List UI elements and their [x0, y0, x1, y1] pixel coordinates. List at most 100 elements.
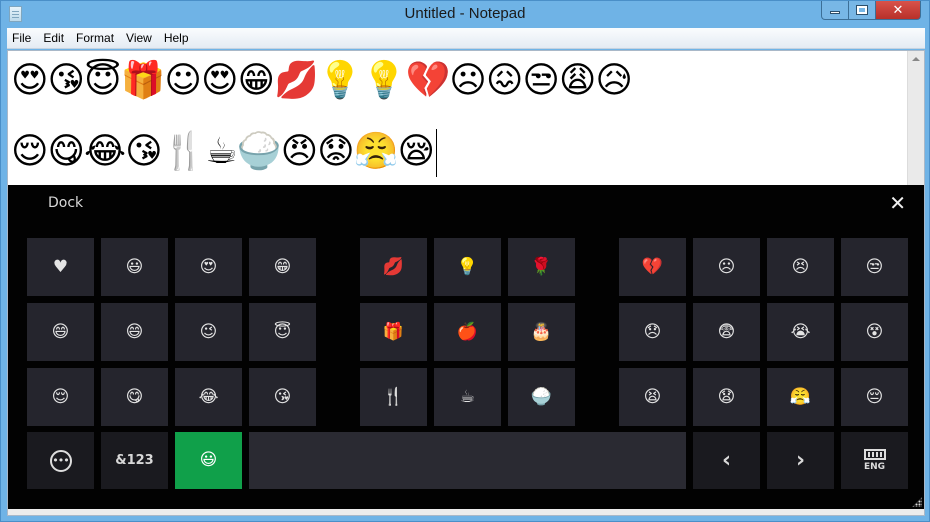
- apple-icon: 🍎: [456, 321, 479, 342]
- emoji-key[interactable]: 😃: [101, 238, 168, 296]
- emoji-key[interactable]: 😁: [249, 238, 316, 296]
- menu-bar: File Edit Format View Help: [7, 28, 925, 49]
- emoji-key[interactable]: 😒: [841, 238, 908, 296]
- minimize-button[interactable]: [821, 1, 849, 20]
- emoji-key[interactable]: 🍴: [360, 368, 427, 426]
- emoji-key[interactable]: 😍: [175, 238, 242, 296]
- chevron-right-icon: ›: [795, 448, 806, 473]
- emoji-key[interactable]: 😨: [693, 303, 760, 361]
- emoji-key[interactable]: ☹: [693, 238, 760, 296]
- emoji-key[interactable]: 💔: [619, 238, 686, 296]
- window-title: Untitled - Notepad: [404, 5, 526, 22]
- emoji-key[interactable]: 🎁: [360, 303, 427, 361]
- menu-help[interactable]: Help: [158, 31, 195, 45]
- pensive-face-icon: 😔: [865, 386, 884, 407]
- resize-grip-icon[interactable]: [912, 497, 922, 507]
- light-bulb-icon: 💡: [456, 256, 479, 277]
- angel-face-icon: 😇: [273, 321, 292, 342]
- emoji-key[interactable]: 💋: [360, 238, 427, 296]
- emoji-key[interactable]: 😘: [249, 368, 316, 426]
- emoji-key[interactable]: 😇: [249, 303, 316, 361]
- emoji-key[interactable]: 💡: [434, 238, 501, 296]
- emoji-key[interactable]: 🎂: [508, 303, 575, 361]
- menu-format[interactable]: Format: [70, 31, 120, 45]
- crying-face-icon: 😭: [790, 321, 811, 342]
- keyboard-icon: [863, 449, 886, 460]
- language-label: ENG: [863, 462, 886, 472]
- more-options-key[interactable]: •••: [27, 432, 94, 489]
- grinning-face-icon: 😃: [125, 256, 144, 277]
- text-caret: [436, 129, 437, 177]
- emoji-key[interactable]: 😤: [767, 368, 834, 426]
- window-controls: ✕: [821, 1, 921, 20]
- tears-of-joy-face-icon: 😂: [198, 386, 219, 407]
- smiley-icon: 😃: [199, 450, 218, 470]
- persevering-face-icon: 😣: [791, 256, 810, 277]
- emoji-key[interactable]: 😔: [841, 368, 908, 426]
- emoji-key[interactable]: 😄: [101, 303, 168, 361]
- disappointed-face-icon: 😞: [643, 321, 662, 342]
- emoji-key[interactable]: 😧: [693, 368, 760, 426]
- keyboard-dock-label[interactable]: Dock: [48, 195, 83, 211]
- editor-line-2: 😌😋😂😘🍴☕🍚😠😟😤😪: [11, 129, 437, 177]
- keyboard-close-icon[interactable]: ✕: [889, 191, 906, 215]
- triumph-face-icon: 😤: [789, 386, 812, 407]
- smiling-face-icon: 😄: [125, 321, 144, 342]
- broken-heart-icon: 💔: [641, 256, 664, 277]
- previous-key[interactable]: ‹: [693, 432, 760, 489]
- unamused-face-icon: 😒: [865, 256, 884, 277]
- anguished-face-icon: 😧: [717, 386, 736, 407]
- rice-bowl-icon: 🍚: [530, 386, 553, 407]
- maximize-icon: [856, 5, 868, 15]
- editor-line-2-text: 😌😋😂😘🍴☕🍚😠😟😤😪: [11, 131, 435, 172]
- emoji-key[interactable]: 🍎: [434, 303, 501, 361]
- emoji-key[interactable]: 😵: [841, 303, 908, 361]
- emoji-key[interactable]: ♥: [27, 238, 94, 296]
- fork-and-knife-icon: 🍴: [382, 386, 405, 407]
- close-button[interactable]: ✕: [876, 1, 921, 20]
- emoji-key[interactable]: 😋: [101, 368, 168, 426]
- rose-icon: 🌹: [530, 256, 553, 277]
- dizzy-face-icon: 😵: [865, 321, 884, 342]
- space-key[interactable]: [249, 432, 686, 489]
- symbols-key[interactable]: &123: [101, 432, 168, 489]
- language-key[interactable]: ENG: [841, 432, 908, 489]
- emoji-key[interactable]: 😞: [619, 303, 686, 361]
- emoji-key[interactable]: 😂: [175, 368, 242, 426]
- menu-file[interactable]: File: [7, 31, 37, 45]
- scroll-up-arrow-icon[interactable]: [912, 57, 920, 61]
- tired-face-icon: 😫: [643, 386, 662, 407]
- emoji-key[interactable]: 🌹: [508, 238, 575, 296]
- kissing-face-icon: 😘: [273, 386, 292, 407]
- menu-edit[interactable]: Edit: [37, 31, 70, 45]
- heart-eyes-face-icon: 😍: [199, 256, 218, 277]
- more-icon: •••: [49, 449, 72, 472]
- emoji-key[interactable]: 😄: [27, 303, 94, 361]
- notepad-window: Untitled - Notepad ✕ File Edit Format Vi…: [0, 0, 930, 522]
- symbols-key-label: &123: [115, 453, 154, 468]
- laughing-face-icon: 😄: [51, 321, 70, 342]
- emoji-key[interactable]: 😫: [619, 368, 686, 426]
- gift-icon: 🎁: [382, 321, 405, 342]
- yum-face-icon: 😋: [125, 386, 144, 407]
- emoji-key[interactable]: 😣: [767, 238, 834, 296]
- menu-view[interactable]: View: [120, 31, 158, 45]
- minimize-icon: [830, 11, 840, 14]
- emoji-key[interactable]: ☕: [434, 368, 501, 426]
- next-key[interactable]: ›: [767, 432, 834, 489]
- chevron-left-icon: ‹: [721, 448, 732, 473]
- emoji-mode-key[interactable]: 😃: [175, 432, 242, 489]
- fearful-face-icon: 😨: [717, 321, 736, 342]
- touch-keyboard: Dock ✕ ♥ 😃 😍 😁 😄 😄 😉 😇 😌 😋 😂 😘 💋 💡 🌹 🎁 🍎…: [8, 185, 924, 509]
- winking-face-icon: 😉: [199, 321, 218, 342]
- emoji-key[interactable]: 😌: [27, 368, 94, 426]
- language-indicator: ENG: [863, 449, 886, 472]
- heart-icon: ♥: [52, 256, 69, 277]
- grin-face-icon: 😁: [273, 256, 292, 277]
- birthday-cake-icon: 🎂: [530, 321, 553, 342]
- emoji-key[interactable]: 🍚: [508, 368, 575, 426]
- title-bar[interactable]: Untitled - Notepad ✕: [1, 1, 929, 28]
- emoji-key[interactable]: 😭: [767, 303, 834, 361]
- maximize-button[interactable]: [849, 1, 876, 20]
- emoji-key[interactable]: 😉: [175, 303, 242, 361]
